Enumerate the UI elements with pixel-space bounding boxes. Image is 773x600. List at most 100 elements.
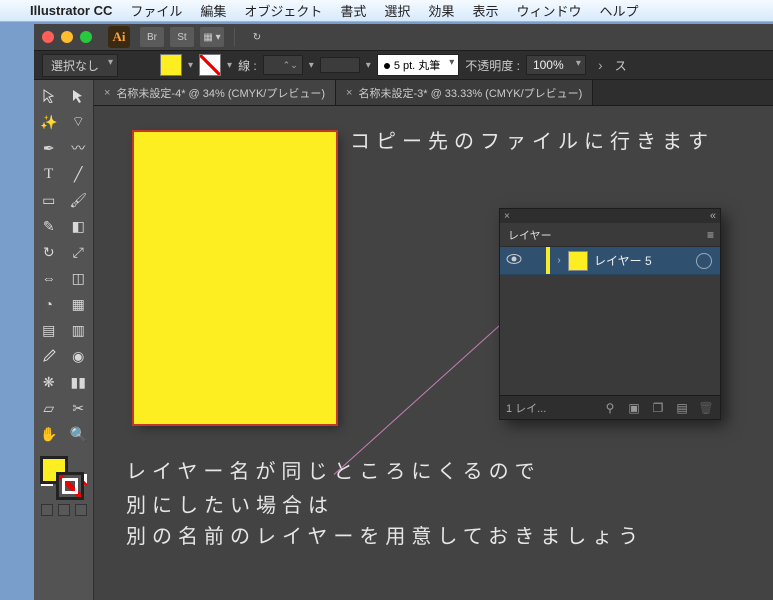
style-label-cut: ス (615, 57, 627, 74)
gradient-tool[interactable]: ▥ (64, 318, 92, 342)
tab-label: 名称未設定-3* @ 33.33% (CMYK/プレビュー) (358, 85, 582, 101)
menu-view[interactable]: 表示 (472, 1, 498, 20)
annotation-line (334, 326, 500, 475)
layer-thumbnail (568, 251, 588, 271)
screen-mode-row (34, 504, 93, 520)
panel-close-icon[interactable]: × (504, 211, 510, 222)
layer-name-label[interactable]: レイヤー 5 (594, 252, 696, 269)
separator (234, 28, 235, 46)
app-menu[interactable]: Illustrator CC (30, 3, 112, 18)
tools-panel: ✨ ⌔ ✒ 〰 T ╱ ▭ 🖌 ✎ ◧ ↻ ⤢ ⇔ ◫ ◔ ▦ ▤ ▥ ◉ ❋ … (34, 80, 94, 600)
control-more-button[interactable]: › (592, 57, 609, 73)
close-window-button[interactable] (42, 31, 54, 43)
rotate-tool[interactable]: ↻ (35, 240, 63, 264)
type-tool[interactable]: T (35, 162, 63, 186)
document-tab-2[interactable]: × 名称未設定-3* @ 33.33% (CMYK/プレビュー) (336, 80, 593, 105)
shaper-tool[interactable]: ✎ (35, 214, 63, 238)
annotation-text: 別の名前のレイヤーを用意しておきましょう (126, 521, 644, 553)
window-controls (42, 31, 92, 43)
fill-dropdown-icon[interactable]: ▾ (188, 60, 193, 71)
menu-help[interactable]: ヘルプ (599, 1, 638, 20)
target-icon[interactable] (696, 253, 712, 269)
visibility-toggle-icon[interactable] (500, 253, 528, 268)
stroke-weight-field[interactable]: ⌃⌄ (263, 55, 303, 75)
close-tab-icon[interactable]: × (104, 87, 110, 99)
zoom-window-button[interactable] (80, 31, 92, 43)
menu-window[interactable]: ウィンドウ (516, 1, 581, 20)
stroke-dropdown-icon[interactable]: ▾ (227, 60, 232, 71)
blend-tool[interactable]: ◉ (64, 344, 92, 368)
slice-tool[interactable]: ✂ (64, 396, 92, 420)
pen-tool[interactable]: ✒ (35, 136, 63, 160)
make-clipping-mask-icon[interactable]: ▣ (626, 401, 642, 415)
brush-preview-dropdown-icon[interactable]: ▾ (366, 60, 371, 71)
locate-object-icon[interactable]: ⚲ (602, 401, 618, 415)
column-graph-tool[interactable]: ▮▮ (64, 370, 92, 394)
panel-title-label: レイヤー (508, 227, 552, 243)
brush-preview[interactable] (320, 57, 360, 73)
artboard[interactable] (134, 132, 336, 424)
stroke-weight-label: 線 : (238, 57, 257, 74)
shape-builder-tool[interactable]: ◔ (35, 292, 63, 316)
panel-status-bar: 1 レイ... ⚲ ▣ ❐ ▤ 🗑 (500, 395, 720, 419)
line-tool[interactable]: ╱ (64, 162, 92, 186)
canvas-area: × 名称未設定-4* @ 34% (CMYK/プレビュー) × 名称未設定-3*… (94, 80, 773, 600)
zoom-tool[interactable]: 🔍 (64, 422, 92, 446)
artboard-tool[interactable]: ▱ (35, 396, 63, 420)
stroke-swatch[interactable] (199, 54, 221, 76)
fill-stroke-control[interactable] (34, 454, 93, 502)
arrange-documents-button[interactable]: ▦ ▾ (200, 27, 224, 47)
symbol-sprayer-tool[interactable]: ❋ (35, 370, 63, 394)
mac-menubar: Illustrator CC ファイル 編集 オブジェクト 書式 選択 効果 表… (0, 0, 773, 22)
new-layer-icon[interactable]: ▤ (674, 401, 690, 415)
menu-type[interactable]: 書式 (340, 1, 366, 20)
mesh-tool[interactable]: ▤ (35, 318, 63, 342)
expand-layer-icon[interactable]: › (550, 255, 568, 266)
gpu-button[interactable]: ↻ (245, 27, 269, 47)
menu-effect[interactable]: 効果 (428, 1, 454, 20)
selection-tool[interactable] (35, 84, 63, 108)
panel-title-tab[interactable]: レイヤー ≡ (500, 223, 720, 247)
panel-collapse-icon[interactable]: « (710, 210, 716, 222)
stock-button[interactable]: St (170, 27, 194, 47)
draw-normal-button[interactable] (41, 504, 53, 516)
menu-edit[interactable]: 編集 (200, 1, 226, 20)
lasso-tool[interactable]: ⌔ (64, 110, 92, 134)
draw-behind-button[interactable] (58, 504, 70, 516)
paintbrush-tool[interactable]: 🖌 (64, 188, 92, 212)
document-tab-1[interactable]: × 名称未設定-4* @ 34% (CMYK/プレビュー) (94, 80, 336, 105)
selection-dropdown[interactable]: 選択なし (42, 54, 118, 77)
eraser-tool[interactable]: ◧ (64, 214, 92, 238)
curvature-tool[interactable]: 〰 (64, 136, 92, 160)
magic-wand-tool[interactable]: ✨ (35, 110, 63, 134)
close-tab-icon[interactable]: × (346, 87, 352, 99)
bridge-button[interactable]: Br (140, 27, 164, 47)
menu-object[interactable]: オブジェクト (244, 1, 322, 20)
layer-count-label: 1 レイ... (506, 400, 546, 416)
minimize-window-button[interactable] (61, 31, 73, 43)
scale-tool[interactable]: ⤢ (64, 240, 92, 264)
annotation-text: コピー先のファイルに行きます (350, 126, 714, 158)
stroke-color-icon[interactable] (56, 472, 84, 500)
opacity-field[interactable]: 100% (526, 55, 586, 75)
fill-swatch[interactable] (160, 54, 182, 76)
delete-layer-icon[interactable]: 🗑 (698, 401, 714, 415)
draw-inside-button[interactable] (75, 504, 87, 516)
menu-select[interactable]: 選択 (384, 1, 410, 20)
panel-tabbar: × « (500, 209, 720, 223)
perspective-tool[interactable]: ▦ (64, 292, 92, 316)
brush-definition-dropdown[interactable]: 5 pt. 丸筆 (377, 54, 459, 76)
free-transform-tool[interactable]: ◫ (64, 266, 92, 290)
direct-selection-tool[interactable] (64, 84, 92, 108)
vsp-dropdown-icon[interactable]: ▾ (309, 60, 314, 71)
hand-tool[interactable]: ✋ (35, 422, 63, 446)
eyedropper-tool[interactable] (35, 344, 63, 368)
new-sublayer-icon[interactable]: ❐ (650, 401, 666, 415)
annotation-text: レイヤー名が同じところにくるので (126, 456, 541, 488)
panel-menu-icon[interactable]: ≡ (707, 228, 714, 242)
rectangle-tool[interactable]: ▭ (35, 188, 63, 212)
layer-row[interactable]: › レイヤー 5 (500, 247, 720, 275)
menu-file[interactable]: ファイル (130, 1, 182, 20)
annotation-text: 別にしたい場合は (126, 490, 334, 522)
width-tool[interactable]: ⇔ (35, 266, 63, 290)
